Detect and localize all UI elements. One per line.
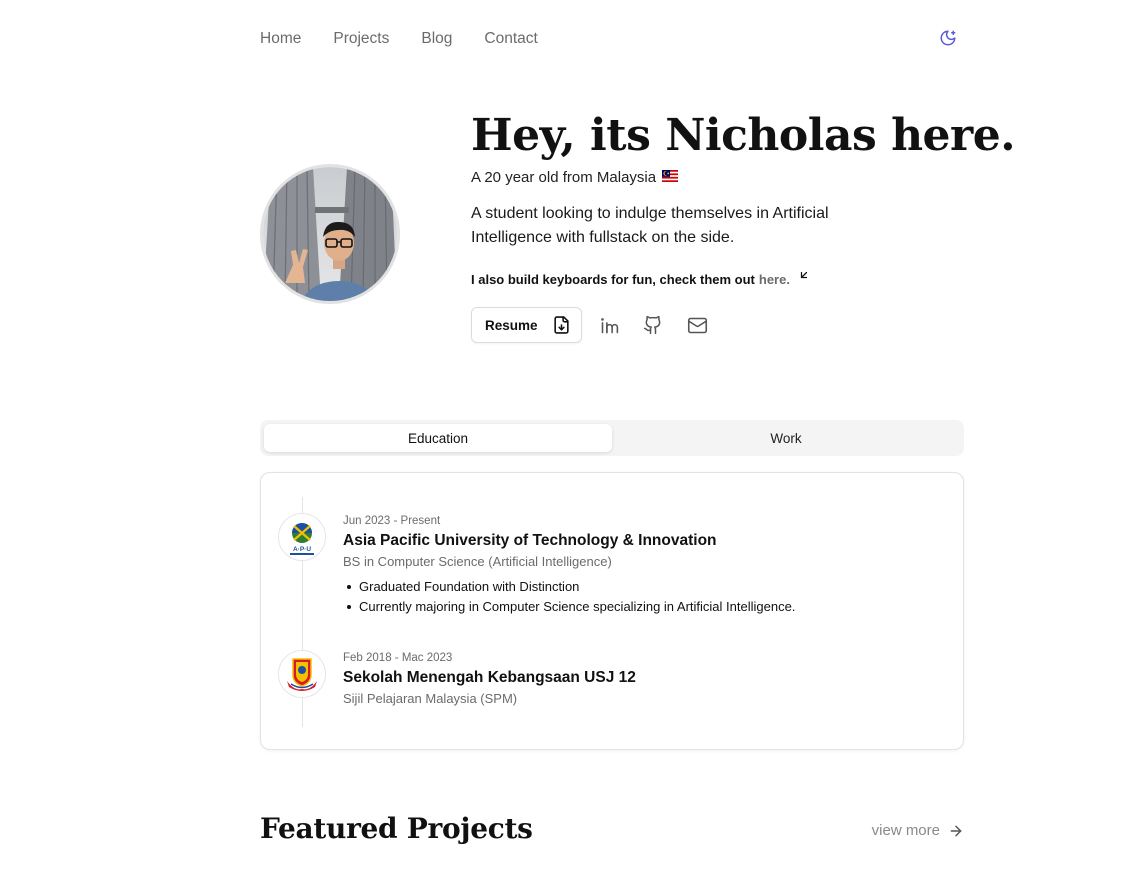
moon-icon	[940, 30, 956, 46]
theme-toggle-button[interactable]	[938, 28, 958, 48]
hero-section: Hey, its Nicholas here. A 20 year old fr…	[471, 110, 1016, 343]
education-date: Feb 2018 - Mac 2023	[343, 652, 453, 664]
arrow-right-icon	[950, 825, 962, 836]
avatar	[260, 164, 400, 304]
experience-tabs: Education Work	[260, 420, 964, 456]
list-item: Graduated Foundation with Distinction	[343, 577, 795, 597]
malaysia-flag-icon	[662, 169, 679, 186]
apu-logo-text: A·P·U	[293, 546, 311, 553]
github-link[interactable]	[642, 314, 664, 336]
file-download-icon	[552, 315, 571, 335]
linkedin-link[interactable]	[598, 314, 620, 336]
nav-link-projects[interactable]: Projects	[333, 30, 389, 48]
apu-logo: A·P·U	[278, 513, 326, 561]
linkedin-icon	[600, 317, 618, 333]
education-date: Jun 2023 - Present	[343, 515, 441, 527]
education-school: Asia Pacific University of Technology & …	[343, 532, 717, 549]
nav-link-blog[interactable]: Blog	[421, 30, 452, 48]
resume-label: Resume	[485, 317, 538, 333]
education-details: Feb 2018 - Mac 2023 Sekolah Menengah Keb…	[343, 652, 636, 706]
mail-icon	[687, 317, 707, 333]
education-highlights: Graduated Foundation with Distinction Cu…	[343, 577, 795, 617]
hero-subtitle-row: A 20 year old from Malaysia	[471, 169, 971, 186]
arrow-down-left-icon	[798, 269, 810, 284]
hero-title: Hey, its Nicholas here.	[471, 110, 1016, 161]
education-school: Sekolah Menengah Kebangsaan USJ 12	[343, 669, 636, 686]
tab-work[interactable]: Work	[612, 424, 960, 452]
resume-button[interactable]: Resume	[471, 307, 582, 343]
view-more-label: view more	[871, 822, 940, 839]
featured-projects-title: Featured Projects	[260, 812, 533, 845]
nav-link-contact[interactable]: Contact	[484, 30, 537, 48]
featured-projects-header: Featured Projects view more	[260, 812, 964, 852]
tab-education[interactable]: Education	[264, 424, 612, 452]
smk-usj12-logo	[278, 650, 326, 698]
education-card: A·P·U Jun 2023 - Present Asia Pacific Un…	[260, 472, 964, 750]
keyboards-link[interactable]: here.	[759, 272, 790, 287]
list-item: Currently majoring in Computer Science s…	[343, 597, 795, 617]
hero-description: A student looking to indulge themselves …	[471, 205, 829, 246]
education-degree: Sijil Pelajaran Malaysia (SPM)	[343, 691, 518, 706]
education-details: Jun 2023 - Present Asia Pacific Universi…	[343, 515, 795, 617]
keyboards-text: I also build keyboards for fun, check th…	[471, 272, 755, 287]
hero-actions: Resume	[471, 307, 971, 343]
email-link[interactable]	[686, 314, 708, 336]
keyboards-callout: I also build keyboards for fun, check th…	[471, 269, 971, 287]
nav-link-home[interactable]: Home	[260, 30, 301, 48]
education-degree: BS in Computer Science (Artificial Intel…	[343, 554, 612, 569]
top-nav: Home Projects Blog Contact	[260, 28, 964, 50]
github-icon	[643, 315, 661, 335]
view-more-link[interactable]: view more	[872, 822, 964, 839]
hero-subtitle: A 20 year old from Malaysia	[471, 169, 657, 186]
